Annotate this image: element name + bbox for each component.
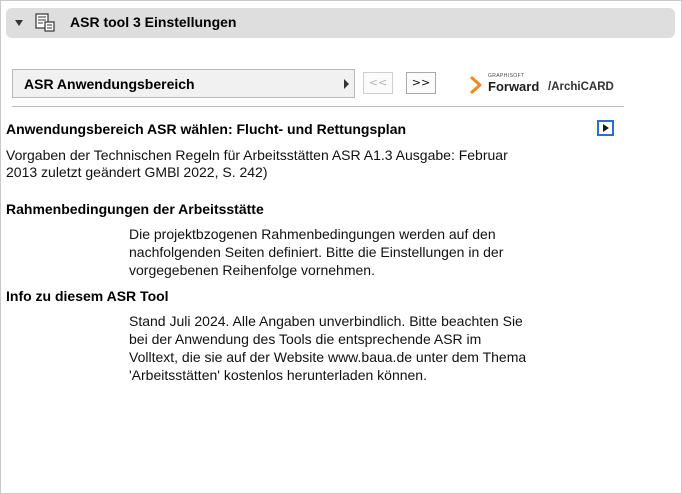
- logo-brand-main: Forward: [488, 79, 540, 94]
- next-page-button[interactable]: >>: [406, 72, 436, 94]
- settings-panel: ASR tool 3 Einstellungen ASR Anwendungsb…: [0, 0, 682, 494]
- chevron-right-icon: [344, 79, 349, 89]
- scope-text-line: 2013 zuletzt geändert GMBl 2022, S. 242): [6, 164, 268, 180]
- info-text-line: bei der Anwendung des Tools die entsprec…: [129, 331, 482, 347]
- scope-dropdown[interactable]: ASR Anwendungsbereich: [12, 69, 355, 98]
- divider: [12, 106, 624, 107]
- forward-arrow-logo-icon: [470, 75, 482, 95]
- conditions-text-line: Die projektbzogenen Rahmenbedingungen we…: [129, 226, 496, 242]
- info-text-line: 'Arbeitsstätten' kostenlos herunterladen…: [129, 367, 427, 383]
- scope-dropdown-label: ASR Anwendungsbereich: [24, 76, 195, 92]
- scope-heading: Anwendungsbereich ASR wählen: Flucht- un…: [6, 121, 407, 137]
- conditions-text-line: vorgegebenen Reihenfolge vornehmen.: [129, 262, 375, 278]
- previous-page-button[interactable]: <<: [363, 72, 393, 94]
- scope-text-line: Vorgaben der Technischen Regeln für Arbe…: [6, 147, 508, 163]
- play-button[interactable]: [597, 120, 614, 136]
- info-heading: Info zu diesem ASR Tool: [6, 288, 169, 304]
- panel-header[interactable]: ASR tool 3 Einstellungen: [6, 8, 675, 38]
- collapse-triangle-icon[interactable]: [15, 20, 23, 26]
- settings-document-icon: [35, 13, 55, 32]
- conditions-heading: Rahmenbedingungen der Arbeitsstätte: [6, 201, 264, 217]
- graphisoft-forward-archicard-logo: GRAPHISOFT Forward /ArchiCARD: [468, 71, 628, 99]
- panel-title: ASR tool 3 Einstellungen: [70, 14, 237, 30]
- info-text-line: Stand Juli 2024. Alle Angaben unverbindl…: [129, 313, 523, 329]
- info-text-line: Volltext, die sie auf der Website www.ba…: [129, 349, 527, 365]
- logo-product: /ArchiCARD: [548, 81, 614, 93]
- conditions-text-line: nachfolgenden Seiten definiert. Bitte di…: [129, 244, 504, 260]
